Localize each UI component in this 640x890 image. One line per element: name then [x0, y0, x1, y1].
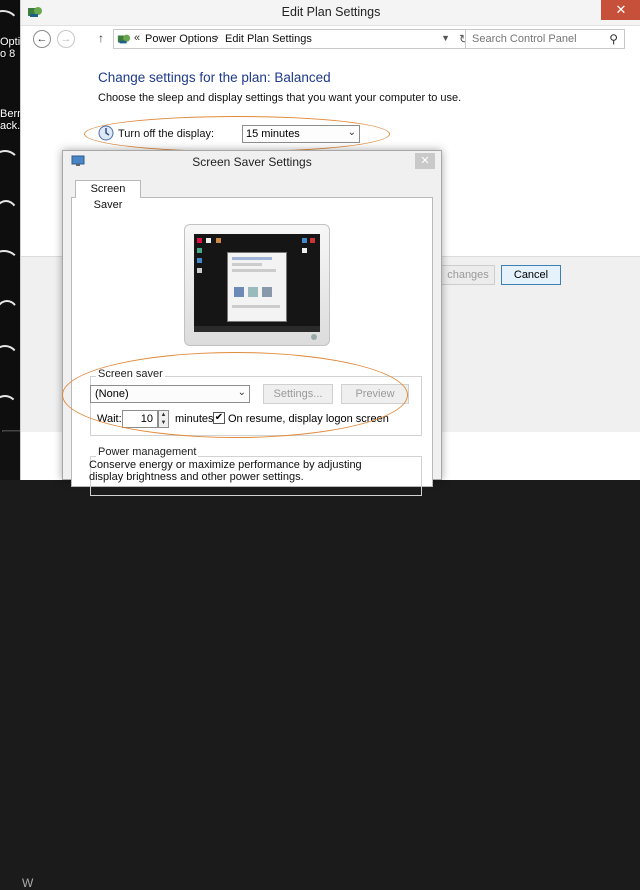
resume-logon-checkbox[interactable]: ✔ — [213, 412, 225, 424]
address-bar[interactable]: « Power Options › Edit Plan Settings ▼ ↻ — [113, 29, 475, 49]
search-field[interactable]: ⚲ — [465, 29, 625, 49]
control-panel-icon — [117, 32, 131, 49]
power-management-description: Conserve energy or maximize performance … — [89, 459, 362, 483]
desktop-icon-label[interactable]: o 8 — [0, 48, 15, 60]
dialog-close-button[interactable]: ✕ — [415, 153, 435, 169]
dialog-title: Screen Saver Settings — [192, 155, 312, 169]
preview-desktop-icon — [302, 238, 307, 243]
preview-desktop-icon — [206, 238, 211, 243]
monitor-led — [311, 334, 317, 340]
search-icon[interactable]: ⚲ — [609, 32, 618, 46]
preview-button[interactable]: Preview — [341, 384, 409, 404]
preview-desktop-icon — [216, 238, 221, 243]
desktop-swirl — [0, 150, 20, 180]
desktop-icon-label[interactable]: ack. — [0, 120, 20, 132]
resume-logon-label[interactable]: On resume, display logon screen — [228, 413, 389, 425]
search-input[interactable] — [470, 32, 600, 46]
preview-line — [232, 263, 262, 266]
screen-saver-panel: Screen saver Power management — [71, 197, 433, 496]
tab-screen-saver[interactable]: Screen Saver — [75, 180, 141, 211]
breadcrumb-arrow[interactable]: › — [215, 32, 219, 44]
turn-off-display-select[interactable]: 15 minutes ⌄ — [242, 125, 360, 143]
preview-taskbar — [194, 326, 320, 332]
turn-off-display-label: Turn off the display: — [118, 128, 214, 140]
navigation-bar: ← → ↑ « Power Options › Edit Plan Settin… — [21, 26, 640, 52]
preview-thumb — [234, 287, 244, 297]
preview-thumb — [262, 287, 272, 297]
screen-saver-dialog: Screen Saver Settings ✕ Screen Saver Scr… — [62, 150, 442, 496]
wait-label: Wait: — [97, 413, 122, 425]
window-title: Edit Plan Settings — [281, 5, 381, 19]
save-changes-button[interactable]: changes — [441, 265, 495, 285]
preview-line — [232, 269, 276, 272]
power-management-group-label: Power management — [96, 446, 199, 458]
turn-off-display-value: 15 minutes — [246, 128, 300, 140]
preview-line — [232, 257, 272, 260]
preview-desktop-icon — [197, 258, 202, 263]
preview-desktop-icon — [302, 248, 307, 253]
desktop-swirl — [0, 345, 20, 379]
preview-desktop-icon — [197, 268, 202, 273]
chevron-down-icon: ⌄ — [237, 387, 246, 398]
desktop-swirl — [0, 395, 18, 421]
chevron-down-icon: ⌄ — [347, 127, 356, 138]
close-button[interactable]: ✕ — [601, 0, 640, 20]
preview-thumb — [248, 287, 258, 297]
preview-desktop-icon — [197, 248, 202, 253]
desktop-swirl — [0, 200, 20, 240]
monitor-preview — [184, 224, 330, 346]
screen-saver-group-label: Screen saver — [96, 368, 165, 380]
wait-input[interactable]: 10 — [122, 410, 158, 428]
page-title: Change settings for the plan: Balanced — [98, 70, 331, 85]
breadcrumb-edit-plan[interactable]: Edit Plan Settings — [225, 33, 312, 45]
screen-saver-select[interactable]: (None) ⌄ — [90, 385, 250, 403]
window-titlebar[interactable]: Edit Plan Settings ✕ — [21, 0, 640, 26]
preview-desktop-icon — [310, 238, 315, 243]
preview-screen — [194, 234, 320, 332]
screen-saver-value: (None) — [95, 388, 129, 400]
breadcrumb-power-options[interactable]: Power Options — [145, 33, 217, 45]
desktop-swirl — [0, 250, 20, 280]
wait-value: 10 — [140, 413, 153, 425]
back-icon[interactable]: ← — [33, 30, 51, 48]
preview-line — [232, 305, 280, 308]
page-subtitle: Choose the sleep and display settings th… — [98, 92, 462, 104]
up-icon[interactable]: ↑ — [98, 31, 104, 45]
breadcrumb-separator: « — [134, 32, 141, 44]
preview-desktop-icon — [197, 238, 202, 243]
dialog-titlebar[interactable]: Screen Saver Settings ✕ — [63, 151, 441, 173]
watermark-logo: W — [22, 876, 34, 890]
preview-window — [227, 252, 287, 322]
settings-button[interactable]: Settings... — [263, 384, 333, 404]
wait-stepper[interactable]: ▲ ▼ — [158, 410, 169, 428]
forward-icon[interactable]: → — [57, 30, 75, 48]
desktop-swirl — [0, 300, 20, 334]
minutes-label: minutes — [175, 413, 214, 425]
chevron-down-icon[interactable]: ▼ — [441, 33, 450, 43]
display-icon — [98, 125, 114, 144]
cancel-button[interactable]: Cancel — [501, 265, 561, 285]
